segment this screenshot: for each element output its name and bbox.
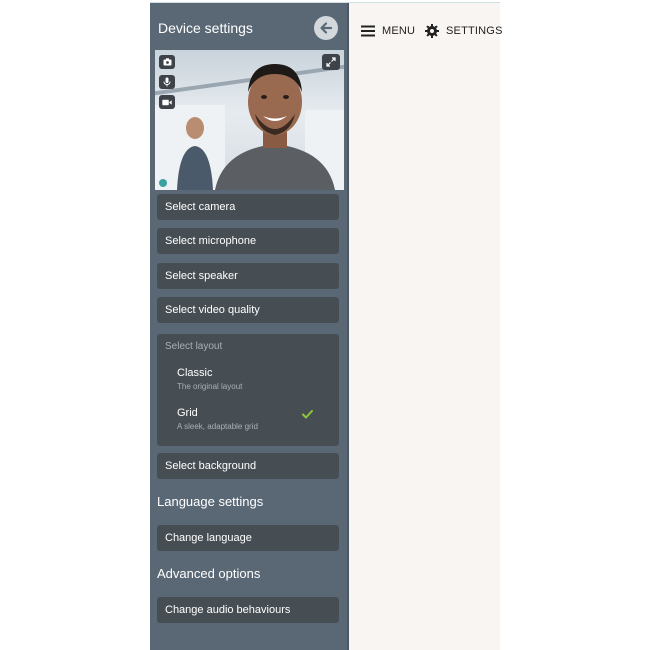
hamburger-menu-icon <box>361 25 375 37</box>
advanced-options-heading: Advanced options <box>157 566 261 581</box>
menu-button[interactable]: MENU <box>361 21 415 41</box>
layout-option-title: Classic <box>177 367 213 379</box>
microphone-icon <box>163 77 171 87</box>
layout-option-grid[interactable]: Grid A sleek, adaptable grid <box>157 407 339 441</box>
sidebar-divider <box>347 3 349 650</box>
camera-preview <box>155 50 344 190</box>
settings-button[interactable]: SETTINGS <box>425 21 503 41</box>
app-window: Device settings Select camera Select mic… <box>150 3 503 650</box>
expand-icon <box>326 57 336 67</box>
video-toggle-button[interactable] <box>159 95 175 109</box>
back-arrow-icon <box>320 22 333 34</box>
select-camera-button[interactable]: Select camera <box>157 194 339 220</box>
layout-selector: Select layout Classic The original layou… <box>157 334 339 446</box>
participant-video-image <box>215 64 335 190</box>
change-language-button[interactable]: Change language <box>157 525 339 551</box>
back-button[interactable] <box>314 16 338 40</box>
select-microphone-button[interactable]: Select microphone <box>157 228 339 254</box>
device-settings-sidebar: Device settings Select camera Select mic… <box>150 3 347 650</box>
layout-option-subtitle: The original layout <box>177 382 243 391</box>
layout-option-subtitle: A sleek, adaptable grid <box>177 422 258 431</box>
change-audio-behaviours-button[interactable]: Change audio behaviours <box>157 597 339 623</box>
sidebar-header: Device settings <box>158 16 340 42</box>
video-icon <box>162 99 172 105</box>
settings-label: SETTINGS <box>446 25 503 37</box>
expand-preview-button[interactable] <box>322 54 340 70</box>
sidebar-title: Device settings <box>158 20 253 36</box>
layout-option-title: Grid <box>177 407 198 419</box>
layout-option-classic[interactable]: Classic The original layout <box>157 367 339 401</box>
select-speaker-button[interactable]: Select speaker <box>157 263 339 289</box>
status-indicator <box>159 179 167 187</box>
select-video-quality-button[interactable]: Select video quality <box>157 297 339 323</box>
camera-toggle-button[interactable] <box>159 55 175 69</box>
gear-icon <box>425 24 439 38</box>
checkmark-icon <box>302 410 313 419</box>
layout-heading: Select layout <box>165 341 223 352</box>
microphone-toggle-button[interactable] <box>159 75 175 89</box>
camera-icon <box>163 58 171 66</box>
background-person-image <box>177 117 213 190</box>
menu-label: MENU <box>382 25 416 37</box>
select-background-button[interactable]: Select background <box>157 453 339 479</box>
language-settings-heading: Language settings <box>157 494 264 509</box>
